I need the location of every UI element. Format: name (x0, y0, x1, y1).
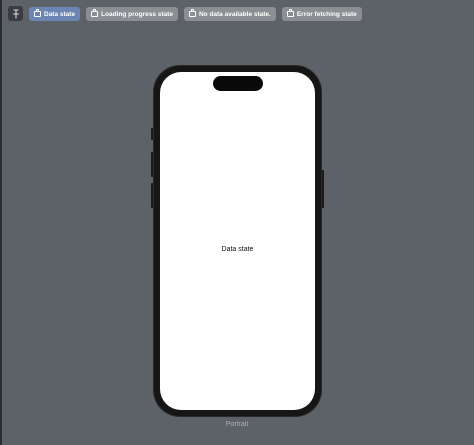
preview-icon (34, 9, 41, 17)
chip-label: Data state (44, 10, 76, 18)
pin-button[interactable] (8, 6, 23, 21)
device-screen[interactable]: Data state (160, 72, 315, 410)
chip-no-data-state[interactable]: No data available state. (183, 7, 276, 21)
orientation-label[interactable]: Portrait (0, 421, 474, 428)
screen-text: Data state (221, 246, 254, 253)
chip-label: Error fetching state (296, 10, 357, 18)
chip-loading-progress-state[interactable]: Loading progress state (86, 7, 178, 21)
chip-label: Loading progress state (101, 10, 173, 18)
device-frame: Data state (154, 66, 321, 416)
window-edge (0, 0, 2, 445)
preview-icon (188, 9, 196, 17)
preview-icon (91, 9, 99, 17)
pin-icon (12, 8, 19, 19)
chip-label: No data available state. (198, 10, 271, 18)
preview-state-toolbar: Data state Loading progress state No dat… (29, 7, 362, 21)
chip-error-fetching-state[interactable]: Error fetching state (281, 7, 362, 21)
power-button (321, 170, 324, 208)
chip-data-state[interactable]: Data state (29, 7, 81, 21)
dynamic-island (213, 76, 263, 91)
preview-icon (286, 9, 294, 17)
